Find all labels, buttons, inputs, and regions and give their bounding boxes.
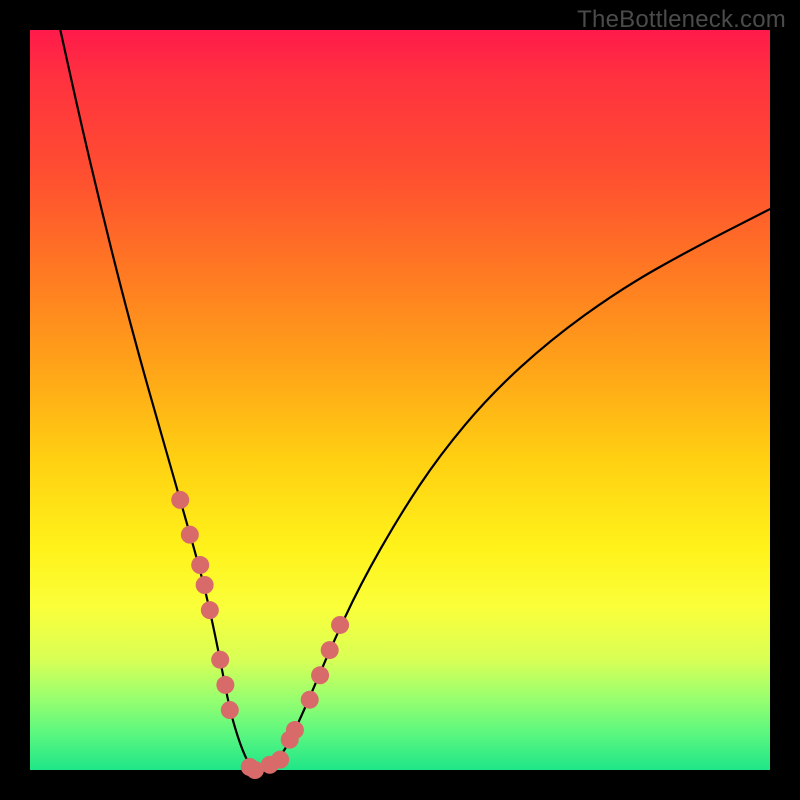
- curve-marker: [221, 701, 239, 719]
- curve-marker: [171, 491, 189, 509]
- chart-svg: [30, 30, 770, 770]
- curve-marker: [191, 556, 209, 574]
- curve-marker: [216, 676, 234, 694]
- curve-marker: [286, 721, 304, 739]
- curve-marker: [301, 691, 319, 709]
- curve-marker: [321, 641, 339, 659]
- curve-marker: [271, 751, 289, 769]
- watermark-text: TheBottleneck.com: [577, 6, 786, 34]
- curve-marker: [311, 666, 329, 684]
- chart-frame: TheBottleneck.com: [0, 0, 800, 800]
- curve-marker: [201, 601, 219, 619]
- plot-area: [30, 30, 770, 770]
- curve-marker: [211, 651, 229, 669]
- curve-marker: [331, 616, 349, 634]
- curve-markers: [171, 491, 349, 779]
- bottleneck-curve: [60, 30, 770, 769]
- curve-marker: [196, 576, 214, 594]
- curve-marker: [181, 526, 199, 544]
